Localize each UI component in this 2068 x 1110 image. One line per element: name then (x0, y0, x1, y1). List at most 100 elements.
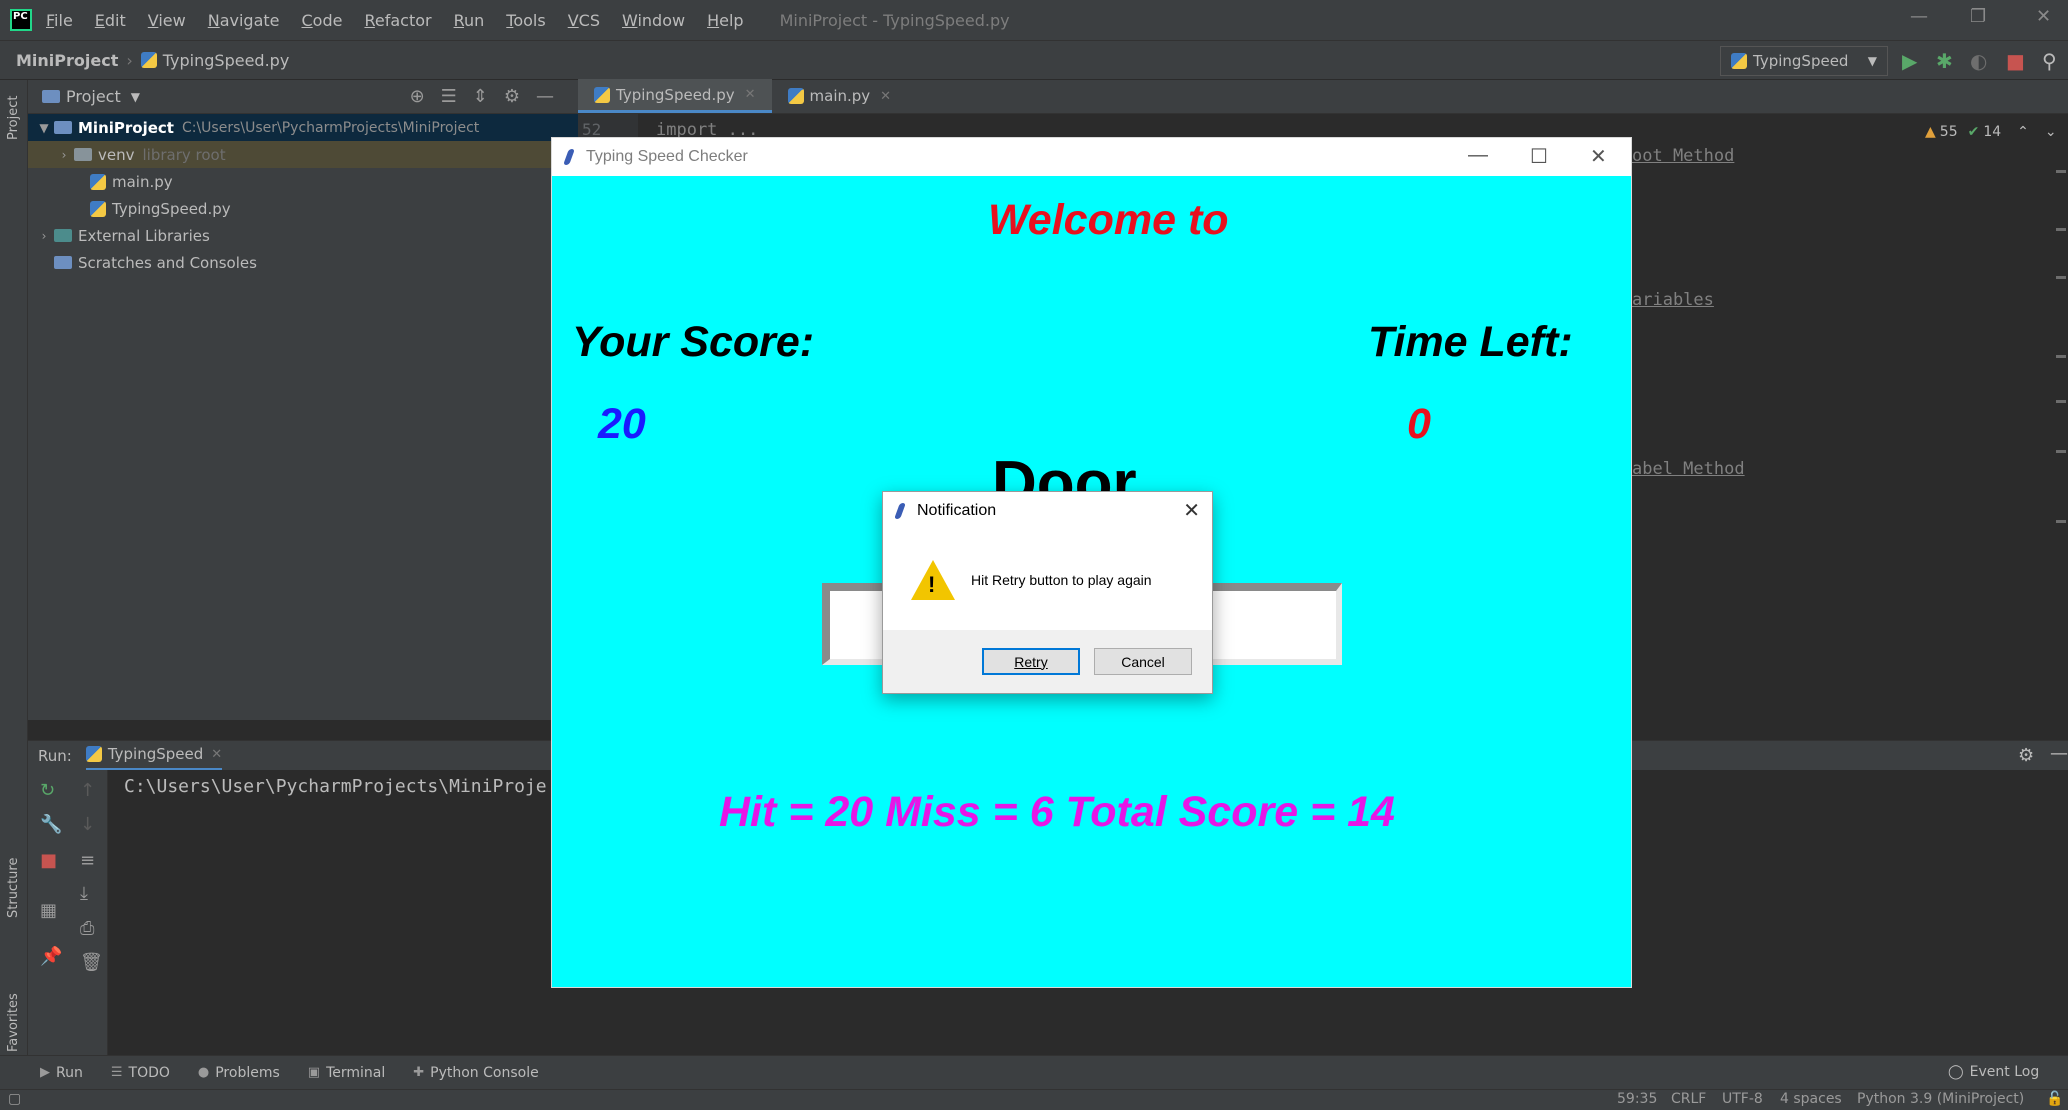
menu-file[interactable]: File (46, 11, 73, 30)
project-toolbar-icons[interactable]: ⊕☰⇕⚙— (410, 86, 570, 107)
time-left-value: 0 (1407, 400, 1431, 448)
menu-navigate[interactable]: Navigate (208, 11, 280, 30)
stop-icon[interactable]: ■ (2006, 49, 2025, 73)
close-tab-icon[interactable]: ✕ (745, 87, 756, 102)
coverage-icon[interactable]: ◐ (1970, 49, 1987, 73)
file-encoding[interactable]: UTF-8 (1722, 1091, 1763, 1107)
error-stripe-mark[interactable] (2056, 355, 2066, 358)
inspection-widget[interactable]: ▲ 55 ✔ 14 ⌃ ⌄ (1925, 124, 2057, 140)
caret-position[interactable]: 59:35 (1617, 1091, 1657, 1107)
tool-tab-problems[interactable]: ● Problems (198, 1065, 280, 1081)
lock-icon[interactable]: 🔓 (2046, 1091, 2063, 1107)
restore-icon[interactable]: ❐ (1970, 6, 1986, 27)
code-fragment[interactable]: oot Method (1632, 146, 1734, 166)
close-tab-icon[interactable]: ✕ (880, 89, 891, 104)
chevron-up-icon[interactable]: ⌃ (2017, 124, 2029, 140)
menu-refactor[interactable]: Refactor (364, 11, 431, 30)
score-label: Your Score: (572, 318, 815, 366)
menu-code[interactable]: Code (302, 11, 343, 30)
menu-run[interactable]: Run (454, 11, 485, 30)
chevron-right-icon[interactable]: › (54, 148, 74, 162)
tool-tab-label: Terminal (326, 1064, 386, 1081)
tool-tab-run[interactable]: ▶ Run (40, 1065, 83, 1081)
tree-item-main-py[interactable]: main.py (28, 168, 578, 195)
layout-icon[interactable]: ▦ (40, 900, 57, 921)
chevron-down-icon[interactable]: ▼ (131, 90, 140, 104)
dialog-title: Notification (917, 502, 997, 519)
close-icon[interactable]: ✕ (1183, 498, 1200, 523)
scroll-to-end-icon[interactable]: ⤓ (80, 883, 88, 904)
print-icon[interactable]: ⎙ (80, 918, 94, 939)
close-icon[interactable]: ✕ (2036, 6, 2051, 27)
hide-panel-icon[interactable]: — (2050, 743, 2068, 764)
tab-typingspeed-py[interactable]: TypingSpeed.py ✕ (578, 79, 772, 113)
project-tool-tab[interactable]: Project (6, 96, 21, 140)
breadcrumb-file[interactable]: TypingSpeed.py (163, 51, 290, 70)
breadcrumb-project[interactable]: MiniProject (16, 51, 118, 70)
python-file-icon (85, 746, 102, 762)
line-separator[interactable]: CRLF (1671, 1091, 1706, 1107)
run-icon[interactable]: ▶ (1902, 49, 1917, 73)
tool-tab-python-console[interactable]: ✚ Python Console (413, 1065, 538, 1081)
error-stripe-mark[interactable] (2056, 450, 2066, 453)
tool-tab-terminal[interactable]: ▣ Terminal (308, 1065, 385, 1081)
favorites-tool-tab[interactable]: Favorites (6, 993, 21, 1052)
menu-edit[interactable]: Edit (95, 11, 126, 30)
time-left-label: Time Left: (1368, 318, 1573, 366)
menu-view[interactable]: View (148, 11, 186, 30)
error-stripe-mark[interactable] (2056, 520, 2066, 523)
event-log-button[interactable]: ◯ Event Log (1948, 1064, 2039, 1080)
tree-item-scratches[interactable]: Scratches and Consoles (28, 249, 578, 276)
tool-tab-label: TODO (128, 1064, 170, 1081)
tree-item-miniproject[interactable]: ▼ MiniProject C:\Users\User\PycharmProje… (28, 114, 578, 141)
chevron-right-icon[interactable]: › (34, 229, 54, 243)
chevron-down-icon[interactable]: ⌄ (2045, 124, 2057, 140)
tree-item-typingspeed-py[interactable]: TypingSpeed.py (28, 195, 578, 222)
tab-main-py[interactable]: main.py ✕ (772, 79, 908, 113)
menu-vcs[interactable]: VCS (568, 11, 600, 30)
menu-bar: File Edit View Navigate Code Refactor Ru… (0, 0, 2068, 40)
error-stripe-mark[interactable] (2056, 228, 2066, 231)
maximize-icon[interactable]: ☐ (1530, 144, 1548, 169)
gear-icon[interactable]: ⚙ (2018, 745, 2034, 766)
tool-tab-todo[interactable]: ☰ TODO (111, 1065, 170, 1081)
retry-button[interactable]: Retry (982, 648, 1080, 675)
project-view-label[interactable]: Project (66, 87, 121, 106)
stop-icon[interactable]: ■ (40, 850, 57, 871)
tree-item-external-libraries[interactable]: › External Libraries (28, 222, 578, 249)
dialog-body: ! Hit Retry button to play again (883, 530, 1212, 630)
trash-icon[interactable]: 🗑 (80, 952, 103, 973)
structure-tool-tab[interactable]: Structure (6, 858, 21, 918)
search-icon[interactable]: ⚲ (2042, 49, 2057, 73)
rerun-icon[interactable]: ↻ (40, 780, 55, 801)
python-console-icon: ✚ (413, 1065, 425, 1080)
down-arrow-icon[interactable]: ↓ (80, 814, 95, 835)
menu-tools[interactable]: Tools (506, 11, 545, 30)
pin-icon[interactable]: 📌 (40, 946, 62, 967)
indent-setting[interactable]: 4 spaces (1780, 1091, 1842, 1107)
error-stripe-mark[interactable] (2056, 170, 2066, 173)
run-configuration-select[interactable]: TypingSpeed ▼ (1720, 46, 1888, 76)
python-interpreter[interactable]: Python 3.9 (MiniProject) (1857, 1091, 2024, 1107)
tool-tab-label: Problems (215, 1064, 280, 1081)
up-arrow-icon[interactable]: ↑ (80, 780, 95, 801)
tree-item-note: library root (142, 145, 226, 164)
close-icon[interactable]: ✕ (1590, 144, 1607, 169)
close-tab-icon[interactable]: ✕ (211, 747, 222, 762)
toggle-tool-windows-icon[interactable]: ▢ (8, 1091, 21, 1107)
cancel-button[interactable]: Cancel (1094, 648, 1192, 675)
code-fragment[interactable]: abel Method (1632, 459, 1745, 479)
error-stripe-mark[interactable] (2056, 276, 2066, 279)
minimize-icon[interactable]: — (1468, 144, 1488, 167)
menu-help[interactable]: Help (707, 11, 743, 30)
menu-window[interactable]: Window (622, 11, 685, 30)
run-tab[interactable]: TypingSpeed ✕ (85, 741, 223, 771)
minimize-icon[interactable]: — (1910, 6, 1928, 27)
tree-item-venv[interactable]: › venv library root (28, 141, 578, 168)
chevron-down-icon[interactable]: ▼ (34, 121, 54, 135)
debug-icon[interactable]: ✱ (1936, 49, 1953, 73)
code-fragment[interactable]: ariables (1632, 290, 1714, 310)
wrench-icon[interactable]: 🔧 (40, 814, 62, 835)
soft-wrap-icon[interactable]: ≡ (80, 850, 95, 871)
error-stripe-mark[interactable] (2056, 400, 2066, 403)
